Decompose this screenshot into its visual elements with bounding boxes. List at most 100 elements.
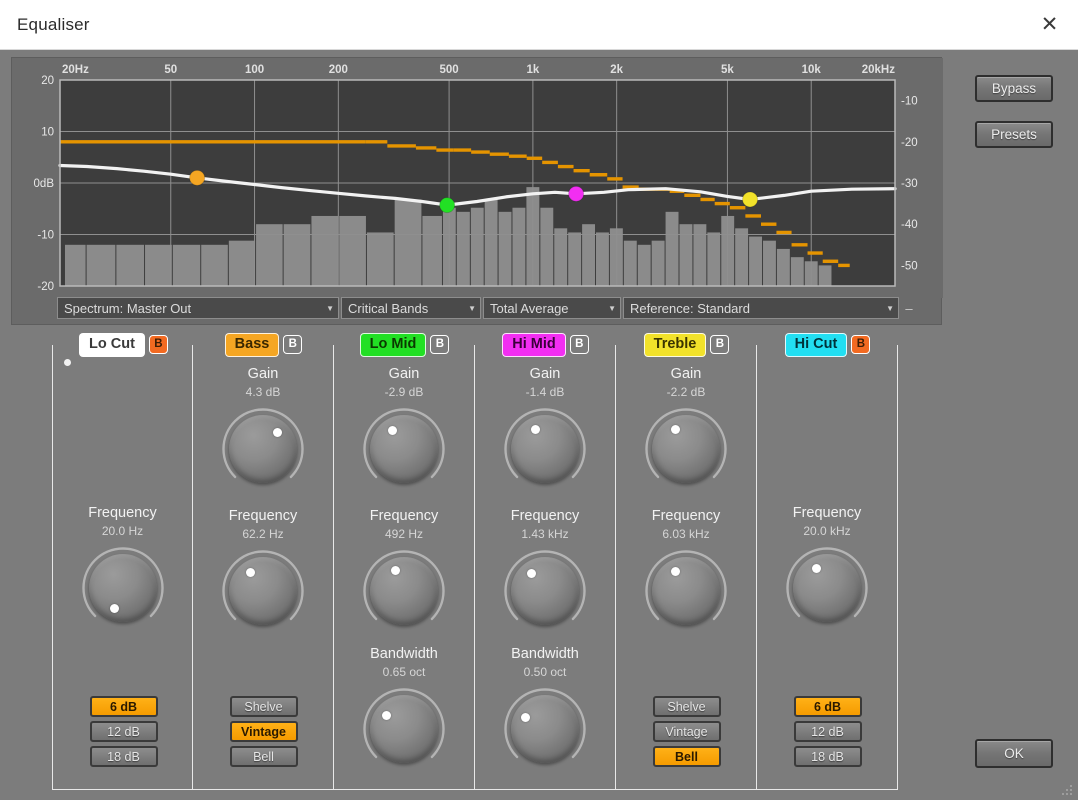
bypass-button[interactable]: Bypass (975, 75, 1053, 102)
lo-mid-gain-knob[interactable] (361, 406, 447, 492)
dropdown-spectrum-source[interactable]: Spectrum: Master Out ▼ (57, 297, 339, 319)
eq-band-hi-cut-option-12-db[interactable]: 12 dB (793, 721, 862, 742)
bass-gain-knob[interactable] (220, 406, 306, 492)
eq-band-bass-option-shelve[interactable]: Shelve (229, 696, 298, 717)
lo-mid-bandwidth-label: Bandwidth (370, 645, 438, 662)
hi-mid-frequency-knob[interactable] (502, 548, 588, 634)
lo-mid-frequency-knob[interactable] (361, 548, 447, 634)
eq-band-hi-mid: Hi Mid B Gain -1.4 dB Frequency 1.43 kHz Bandw… (475, 333, 616, 790)
eq-band-lo-cut-option-6-db[interactable]: 6 dB (89, 696, 158, 717)
treble-frequency-knob[interactable] (643, 548, 729, 634)
eq-band-bass-bypass-button[interactable]: B (283, 335, 303, 355)
equaliser-window: Equaliser ✕ 20Hz 50 100 200 500 1k 2k 5k 10k 20kH… (0, 0, 1078, 800)
dropdown-averaging-mode[interactable]: Total Average ▼ (483, 297, 621, 319)
treble-gain-knob-indicator (670, 425, 680, 435)
window-body: 20Hz 50 100 200 500 1k 2k 5k 10k 20kHz 20 10 0dB -10 -… (0, 50, 1078, 800)
eq-band-lo-cut-option-18-db[interactable]: 18 dB (89, 746, 158, 767)
hi-mid-gain-knob-face (511, 414, 579, 483)
eq-band-bass-option-vintage[interactable]: Vintage (229, 721, 298, 742)
eq-band-lo-mid: Lo Mid B Gain -2.9 dB Frequency 492 Hz Bandwid… (334, 333, 475, 790)
treble-gain-value: -2.2 dB (666, 384, 706, 399)
treble-gain-knob[interactable] (643, 406, 729, 492)
svg-text:500: 500 (439, 64, 458, 76)
eq-band-hi-mid-frequency-control: Frequency 1.43 kHz (502, 508, 588, 634)
hi-cut-frequency-knob-indicator (811, 564, 821, 574)
lo-cut-frequency-value: 20.0 Hz (101, 523, 144, 538)
svg-text:1k: 1k (526, 64, 539, 76)
resize-grip-icon[interactable] (1061, 784, 1075, 798)
eq-band-treble: Treble B Gain -2.2 dB Frequency 6.03 kHz Shelv… (616, 333, 757, 790)
eq-band-treble-option-shelve[interactable]: Shelve (652, 696, 721, 717)
lo-mid-frequency-value: 492 Hz (384, 526, 424, 541)
eq-band-bass-header: Bass B (193, 333, 334, 357)
eq-band-treble-option-bell[interactable]: Bell (652, 746, 721, 767)
eq-band-hi-cut: Hi Cut B Frequency 20.0 kHz 6 dB 12 dB 18 dB (757, 333, 898, 790)
eq-band-bass-mode-options: Shelve Vintage Bell (193, 696, 334, 767)
treble-frequency-knob-indicator (670, 567, 680, 577)
presets-button[interactable]: Presets (975, 121, 1053, 148)
dropdown-averaging-mode-label: Total Average (490, 300, 569, 316)
svg-text:2k: 2k (610, 64, 623, 76)
close-icon[interactable]: ✕ (1021, 0, 1078, 49)
eq-band-treble-option-vintage[interactable]: Vintage (652, 721, 721, 742)
eq-band-lo-cut-name-tag[interactable]: Lo Cut (79, 333, 145, 357)
eq-band-bass: Bass B Gain 4.3 dB Frequency 62.2 Hz Shelve Vin… (193, 333, 334, 790)
eq-band-hi-mid-name-tag[interactable]: Hi Mid (502, 333, 566, 357)
eq-band-lo-mid-header: Lo Mid B (334, 333, 475, 357)
eq-band-hi-cut-option-18-db[interactable]: 18 dB (793, 746, 862, 767)
eq-band-hi-mid-bandwidth-control: Bandwidth 0.50 oct (502, 645, 588, 772)
window-title: Equaliser (17, 14, 90, 34)
lo-cut-frequency-label: Frequency (88, 505, 157, 521)
svg-text:0dB: 0dB (34, 178, 55, 190)
bass-gain-label: Gain (247, 366, 279, 382)
ok-button[interactable]: OK (975, 739, 1053, 768)
lo-mid-gain-label: Gain (388, 366, 420, 382)
svg-text:100: 100 (245, 64, 264, 76)
svg-text:20kHz: 20kHz (862, 64, 895, 76)
eq-band-hi-cut-bypass-button[interactable]: B (851, 335, 871, 355)
bass-frequency-knob[interactable] (220, 548, 306, 634)
hi-mid-bandwidth-label: Bandwidth (511, 645, 579, 662)
eq-band-bass-option-bell[interactable]: Bell (229, 746, 298, 767)
spectrum-graph[interactable]: 20Hz 50 100 200 500 1k 2k 5k 10k 20kHz 20 10 0dB -10 -… (12, 58, 943, 298)
spectrum-graph-svg: 20Hz 50 100 200 500 1k 2k 5k 10k 20kHz 20 10 0dB -10 -… (12, 58, 943, 298)
minimize-analyzer-button[interactable]: – (901, 297, 917, 319)
dropdown-band-resolution[interactable]: Critical Bands ▼ (341, 297, 481, 319)
lo-cut-frequency-knob[interactable] (80, 545, 166, 631)
chevron-down-icon: ▼ (886, 303, 894, 313)
eq-band-bass-name-tag[interactable]: Bass (224, 333, 280, 357)
svg-text:10k: 10k (802, 64, 822, 76)
lo-mid-bandwidth-knob[interactable] (361, 686, 447, 772)
hi-mid-gain-knob[interactable] (502, 406, 588, 492)
eq-band-hi-cut-header: Hi Cut B (757, 333, 898, 357)
hi-mid-gain-knob-indicator (530, 424, 540, 434)
eq-band-hi-mid-gain-control: Gain -1.4 dB (502, 366, 588, 492)
eq-band-treble-mode-options: Shelve Vintage Bell (616, 696, 757, 767)
eq-band-lo-mid-name-tag[interactable]: Lo Mid (359, 333, 427, 357)
hi-cut-frequency-knob[interactable] (784, 545, 870, 631)
spectrum-analyzer-panel: 20Hz 50 100 200 500 1k 2k 5k 10k 20kHz 20 10 0dB -10 -… (11, 57, 943, 325)
eq-band-hi-cut-name-tag[interactable]: Hi Cut (784, 333, 848, 357)
lo-cut-frequency-knob-face (88, 553, 157, 622)
eq-band-bass-frequency-control: Frequency 62.2 Hz (220, 508, 306, 634)
hi-mid-frequency-value: 1.43 kHz (521, 526, 569, 541)
eq-band-lo-mid-bypass-button[interactable]: B (430, 335, 450, 355)
lo-mid-gain-value: -2.9 dB (384, 384, 424, 399)
eq-band-lo-cut-option-12-db[interactable]: 12 dB (89, 721, 158, 742)
eq-band-hi-cut-option-6-db[interactable]: 6 dB (793, 696, 862, 717)
bass-frequency-value: 62.2 Hz (242, 526, 284, 541)
hi-cut-frequency-label: Frequency (792, 505, 862, 521)
eq-band-treble-bypass-button[interactable]: B (710, 335, 730, 355)
eq-band-lo-cut-bypass-button[interactable]: B (148, 335, 168, 355)
treble-frequency-knob-face (652, 556, 720, 625)
svg-text:-30: -30 (901, 178, 918, 190)
eq-band-lo-mid-gain-control: Gain -2.9 dB (361, 366, 447, 492)
hi-mid-bandwidth-knob[interactable] (502, 686, 588, 772)
eq-band-hi-mid-bypass-button[interactable]: B (569, 335, 589, 355)
dropdown-reference-level[interactable]: Reference: Standard ▼ (623, 297, 899, 319)
eq-band-treble-name-tag[interactable]: Treble (643, 333, 707, 357)
eq-band-lo-cut-active-indicator (64, 359, 71, 366)
lo-mid-frequency-knob-face (370, 556, 438, 625)
svg-text:-20: -20 (901, 137, 918, 149)
eq-band-treble-gain-control: Gain -2.2 dB (643, 366, 729, 492)
